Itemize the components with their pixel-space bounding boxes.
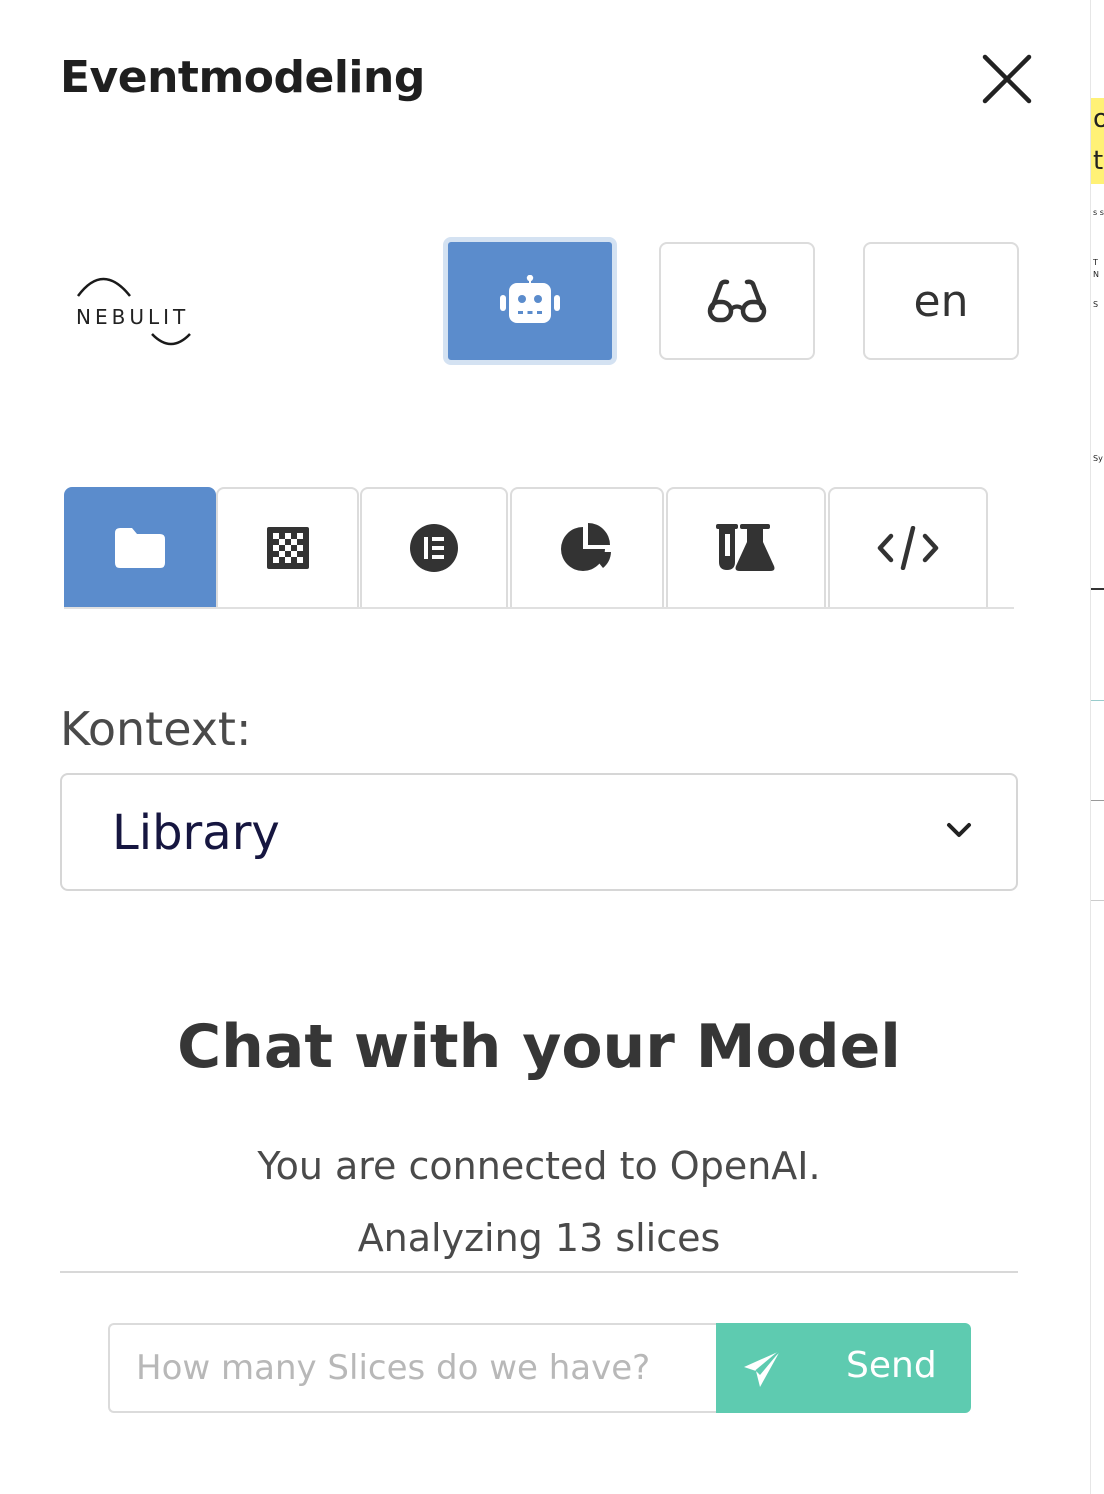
- chat-title: Chat with your Model: [177, 1012, 901, 1082]
- canvas-line: [1091, 800, 1104, 801]
- canvas-text-fragment: s s: [1093, 208, 1104, 217]
- robot-icon: [500, 275, 560, 323]
- send-label: Send: [846, 1345, 937, 1386]
- close-icon: [982, 54, 1032, 104]
- canvas-text-fragment: T: [1093, 258, 1098, 267]
- canvas-line: [1091, 900, 1104, 901]
- canvas-text-fragment: S: [1093, 300, 1099, 309]
- view-tabs: [64, 487, 1014, 609]
- canvas-text-fragment: N: [1093, 270, 1099, 279]
- checkerboard-icon: [266, 527, 309, 569]
- flask-icon: [716, 524, 775, 571]
- tab-statistics[interactable]: [510, 487, 664, 607]
- review-button[interactable]: [659, 242, 815, 360]
- ai-chat-button[interactable]: [443, 237, 617, 365]
- send-button[interactable]: Send: [716, 1323, 971, 1413]
- canvas-text-fragment: o: [1093, 104, 1104, 134]
- analysis-status: Analyzing 13 slices: [357, 1216, 721, 1260]
- close-button[interactable]: [980, 52, 1034, 106]
- canvas-line: [1091, 588, 1104, 590]
- context-selected-value: Library: [112, 805, 280, 861]
- tab-code[interactable]: [828, 487, 988, 607]
- list-circle-icon: [410, 524, 458, 572]
- language-label: en: [913, 275, 969, 327]
- chat-input[interactable]: [108, 1323, 718, 1413]
- paper-plane-icon: [744, 1350, 781, 1387]
- language-button[interactable]: en: [863, 242, 1019, 360]
- tab-grid[interactable]: [216, 487, 359, 607]
- canvas-line: [1091, 700, 1104, 701]
- tab-list[interactable]: [360, 487, 508, 607]
- logo-text: NEBULIT: [76, 305, 190, 329]
- context-select[interactable]: Library: [60, 773, 1018, 891]
- divider: [60, 1271, 1018, 1273]
- canvas-edge: o t s s T N S Sy: [1090, 0, 1104, 1494]
- canvas-text-fragment: Sy: [1093, 454, 1103, 463]
- eventmodeling-panel: Eventmodeling NEBULIT en Kontext: Librar…: [0, 0, 1090, 1494]
- panel-title: Eventmodeling: [60, 52, 425, 103]
- code-icon: [877, 526, 939, 570]
- folder-icon: [115, 528, 165, 568]
- context-label: Kontext:: [60, 702, 252, 756]
- tab-library[interactable]: [64, 487, 216, 607]
- pie-chart-icon: [561, 523, 611, 571]
- canvas-text-fragment: t: [1093, 146, 1104, 176]
- glasses-icon: [707, 279, 767, 323]
- chevron-down-icon: [947, 823, 971, 837]
- tab-tests[interactable]: [666, 487, 826, 607]
- nebulit-logo: NEBULIT: [76, 272, 196, 352]
- connection-status: You are connected to OpenAI.: [257, 1144, 821, 1188]
